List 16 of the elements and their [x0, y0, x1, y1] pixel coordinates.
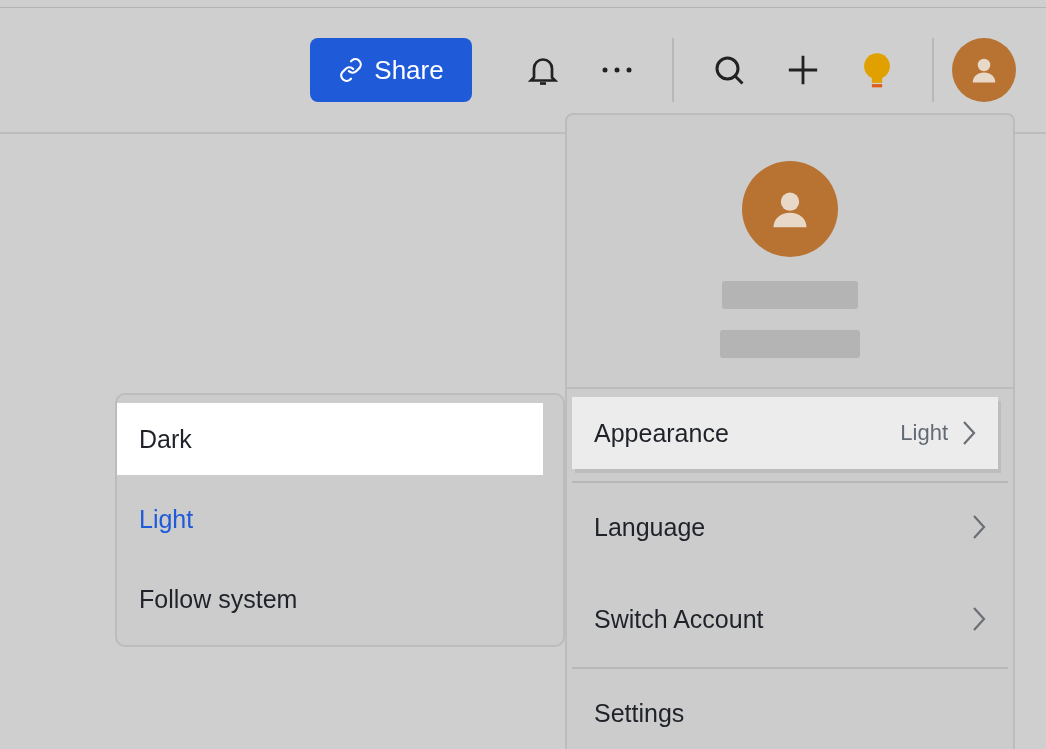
link-icon: [338, 57, 365, 83]
theme-option[interactable]: Light: [117, 483, 543, 555]
current-value: Light: [900, 420, 948, 446]
theme-option[interactable]: Follow system: [117, 563, 543, 635]
share-button[interactable]: Share: [310, 38, 472, 102]
menu-item[interactable]: Language: [572, 491, 1008, 563]
menu-item-label: Language: [594, 512, 707, 542]
chevron-right-icon: [962, 420, 976, 446]
menu-item[interactable]: Switch Account: [572, 583, 1008, 655]
theme-option[interactable]: Dark: [117, 403, 543, 475]
menu-item[interactable]: Settings: [572, 677, 1008, 749]
menu-item-label: Switch Account: [594, 604, 765, 634]
chevron-right-icon: [972, 606, 986, 632]
menu-item-label: Settings: [594, 698, 686, 728]
chevron-right-icon: [972, 514, 986, 540]
menu-item-label: Appearance: [594, 418, 730, 448]
